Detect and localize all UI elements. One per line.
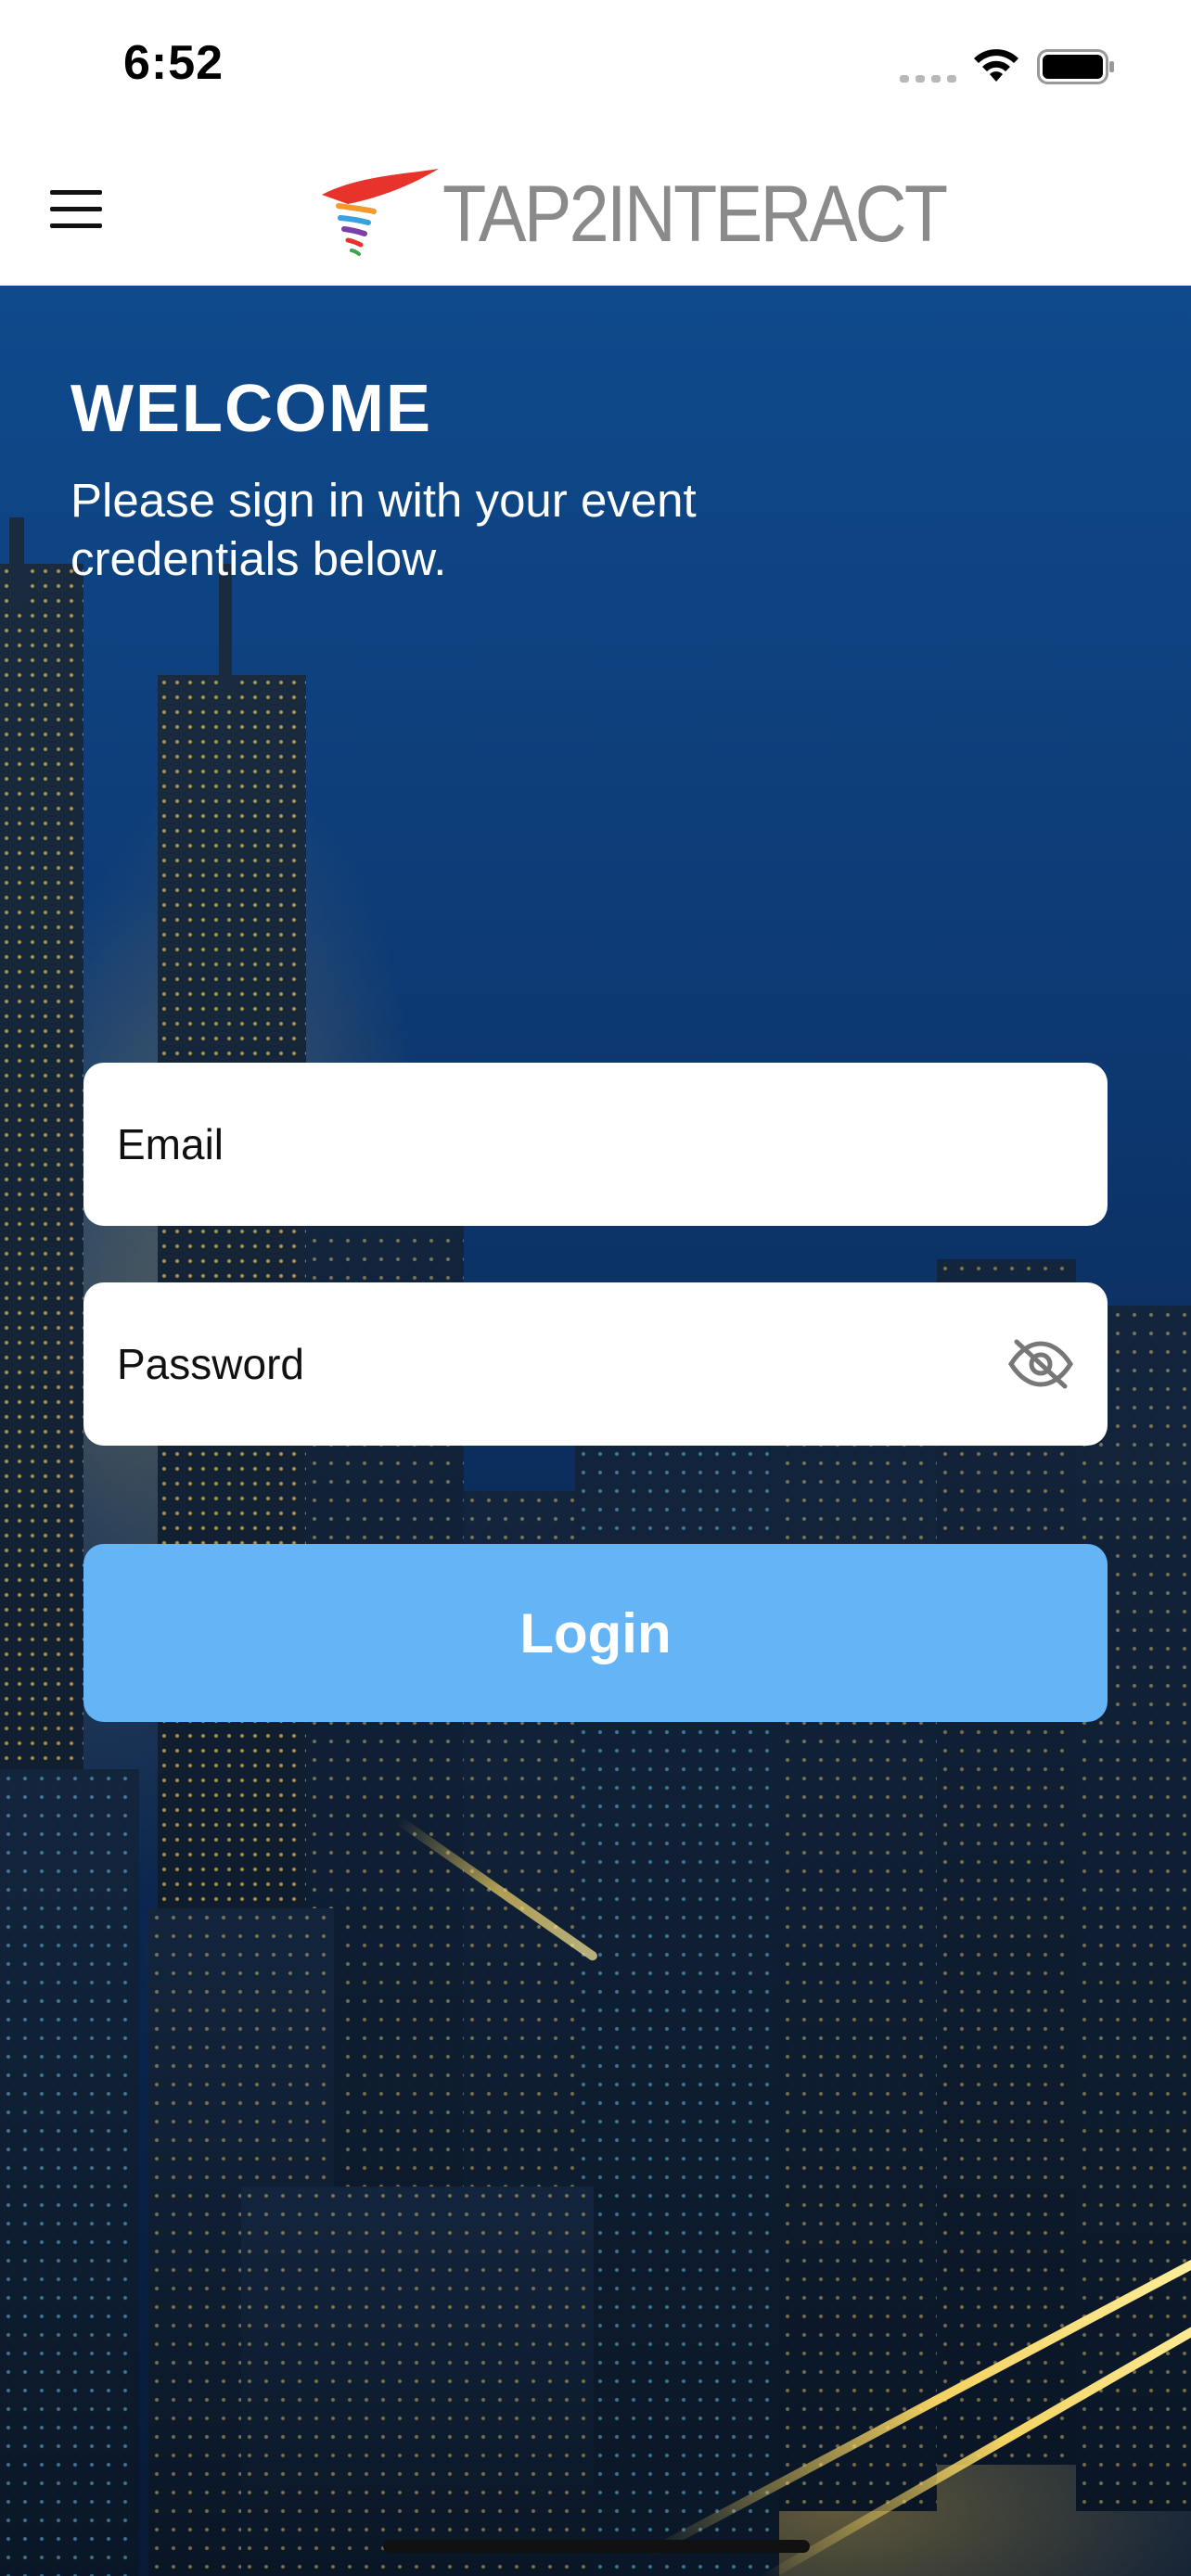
- battery-icon: [1037, 49, 1114, 84]
- logo-swoosh-icon: [322, 169, 439, 256]
- eye-off-icon[interactable]: [1007, 1336, 1074, 1392]
- hamburger-menu-icon[interactable]: [50, 190, 106, 233]
- wifi-icon: [974, 49, 1018, 82]
- email-input[interactable]: [117, 1063, 1007, 1226]
- login-button[interactable]: Login: [83, 1544, 1108, 1722]
- email-field-container: [83, 1063, 1108, 1226]
- status-time: 6:52: [123, 36, 224, 90]
- cellular-signal-icon: [900, 75, 956, 83]
- status-bar: 6:52: [0, 0, 1191, 139]
- tap2interact-logo: TAP2INTERACT: [320, 167, 948, 260]
- password-input[interactable]: [117, 1282, 1007, 1446]
- welcome-subtitle: Please sign in with your event credentia…: [70, 474, 697, 585]
- password-field-container: [83, 1282, 1108, 1446]
- logo-text: TAP2INTERACT: [442, 170, 948, 259]
- nav-bar: TAP2INTERACT: [0, 139, 1191, 286]
- home-indicator: [383, 2540, 810, 2553]
- welcome-title: WELCOME: [70, 372, 432, 446]
